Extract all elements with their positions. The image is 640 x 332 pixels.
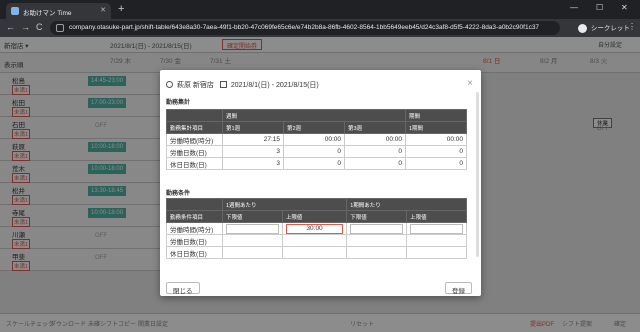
summary-col-header: 1期間 — [405, 121, 467, 134]
summary-table: 週間 期間 勤務集計項目 第1週 第2週 第3週 1期間 労働時間(時分) 27:… — [166, 109, 467, 170]
window-close-icon[interactable]: ✕ — [621, 3, 628, 12]
summary-col-header: 第1週 — [222, 121, 284, 134]
condition-cell — [406, 246, 467, 259]
condition-input[interactable]: 30:00 — [285, 223, 344, 234]
cond-col-header: 下限値 — [222, 210, 283, 223]
condition-cell — [346, 234, 408, 247]
condition-input[interactable] — [226, 223, 279, 234]
condition-cell — [281, 246, 348, 259]
maximize-icon[interactable]: ☐ — [596, 3, 603, 12]
summary-cell: 27:15 — [222, 133, 284, 146]
condition-row-label: 労働日数(日) — [166, 234, 223, 247]
close-icon[interactable]: × — [467, 78, 473, 89]
summary-title: 勤務集計 — [166, 100, 191, 106]
summary-row-label: 休日日数(日) — [166, 157, 223, 170]
incognito-label: シークレット — [590, 25, 630, 32]
summary-row: 労働日数(日) 3 0 0 0 — [166, 145, 467, 158]
forward-icon[interactable]: → — [21, 22, 30, 32]
condition-title: 勤務条件 — [166, 191, 191, 197]
cond-group-period: 1期間あたり — [346, 198, 467, 211]
condition-table: 1週間あたり 1期間あたり 勤務条件項目 下限値 上限値 下限値 上限値 労働時… — [166, 198, 467, 259]
summary-body: 労働時間(時分) 27:15 00:00 00:00 00:00 労働日数(日) 3 0 0 0 休… — [166, 133, 467, 170]
summary-cell: 0 — [344, 157, 406, 170]
cond-col-header: 上限値 — [281, 210, 348, 223]
cond-group-weekly: 1週間あたり — [221, 198, 348, 211]
browser-menu-icon[interactable]: ⋮ — [628, 22, 636, 31]
condition-cell — [222, 234, 283, 247]
summary-cell: 0 — [405, 157, 467, 170]
summary-group-weekly: 週間 — [222, 109, 406, 122]
condition-input[interactable] — [410, 223, 463, 234]
tab-title: お助けマン Time — [23, 10, 72, 17]
summary-cell: 0 — [344, 145, 406, 158]
summary-item-header: 勤務集計項目 — [166, 121, 223, 134]
summary-cell: 00:00 — [283, 133, 345, 146]
modal-period: 2021/8/1(日) - 2021/8/15(日) — [230, 82, 319, 89]
summary-cell: 00:00 — [405, 133, 467, 146]
url-input[interactable]: company.otasuke-part.jp/shift-table/643e… — [50, 21, 560, 35]
summary-row-label: 労働日数(日) — [166, 145, 223, 158]
summary-header-blank — [166, 109, 223, 122]
incognito-icon — [578, 23, 587, 33]
reload-icon[interactable]: C — [36, 22, 43, 32]
cond-item-header: 勤務条件項目 — [166, 210, 223, 223]
modal-scrollbar[interactable] — [476, 92, 479, 257]
new-tab-button[interactable]: + — [118, 3, 124, 15]
condition-cell — [406, 234, 467, 247]
summary-row: 休日日数(日) 3 0 0 0 — [166, 157, 467, 170]
employee-name: 萩原 — [176, 82, 191, 89]
tab-close-icon[interactable]: ✕ — [100, 6, 106, 14]
address-bar: ← → C company.otasuke-part.jp/shift-tabl… — [0, 19, 640, 37]
summary-cell: 3 — [222, 157, 284, 170]
condition-input[interactable] — [350, 223, 404, 234]
condition-row: 労働日数(日) — [166, 234, 467, 247]
condition-row-label: 休日日数(日) — [166, 246, 223, 259]
condition-body: 労働時間(時分) 30:00 労働日数(日) 休日日数(日) — [166, 222, 467, 259]
favicon-icon — [11, 7, 19, 15]
condition-cell — [281, 234, 348, 247]
summary-col-header: 第3週 — [344, 121, 406, 134]
close-button[interactable]: 閉じる — [166, 282, 200, 295]
browser-tab-bar: お助けマン Time ✕ + — ☐ ✕ — [0, 0, 640, 19]
summary-cell: 0 — [283, 145, 345, 158]
browser-tab[interactable]: お助けマン Time ✕ — [6, 3, 111, 19]
summary-group-period: 期間 — [405, 109, 467, 122]
back-icon[interactable]: ← — [6, 22, 15, 32]
condition-cell — [346, 246, 408, 259]
shop-name: 新宿店 — [192, 82, 214, 89]
user-icon — [166, 81, 173, 88]
minimize-icon[interactable]: — — [570, 3, 578, 12]
cond-header-blank — [166, 198, 223, 211]
condition-row-label: 労働時間(時分) — [166, 222, 223, 235]
summary-cell: 00:00 — [344, 133, 406, 146]
condition-row: 休日日数(日) — [166, 246, 467, 259]
url-text: company.otasuke-part.jp/shift-table/643e… — [69, 24, 540, 31]
calendar-icon — [219, 81, 227, 88]
cond-col-header: 上限値 — [406, 210, 467, 223]
summary-cell: 3 — [222, 145, 284, 158]
condition-cell — [222, 246, 283, 259]
condition-row: 労働時間(時分) 30:00 — [166, 222, 467, 235]
modal-header: 萩原 新宿店 2021/8/1(日) - 2021/8/15(日) — [166, 80, 319, 90]
register-button[interactable]: 登録 — [445, 282, 472, 295]
cond-col-header: 下限値 — [346, 210, 408, 223]
summary-row: 労働時間(時分) 27:15 00:00 00:00 00:00 — [166, 133, 467, 146]
summary-col-header: 第2週 — [283, 121, 345, 134]
incognito-indicator[interactable]: シークレット — [578, 22, 630, 33]
summary-cell: 0 — [283, 157, 345, 170]
summary-cell: 0 — [405, 145, 467, 158]
lock-icon — [56, 24, 64, 32]
work-summary-modal: 萩原 新宿店 2021/8/1(日) - 2021/8/15(日) × 勤務集計… — [160, 70, 481, 296]
summary-row-label: 労働時間(時分) — [166, 133, 223, 146]
